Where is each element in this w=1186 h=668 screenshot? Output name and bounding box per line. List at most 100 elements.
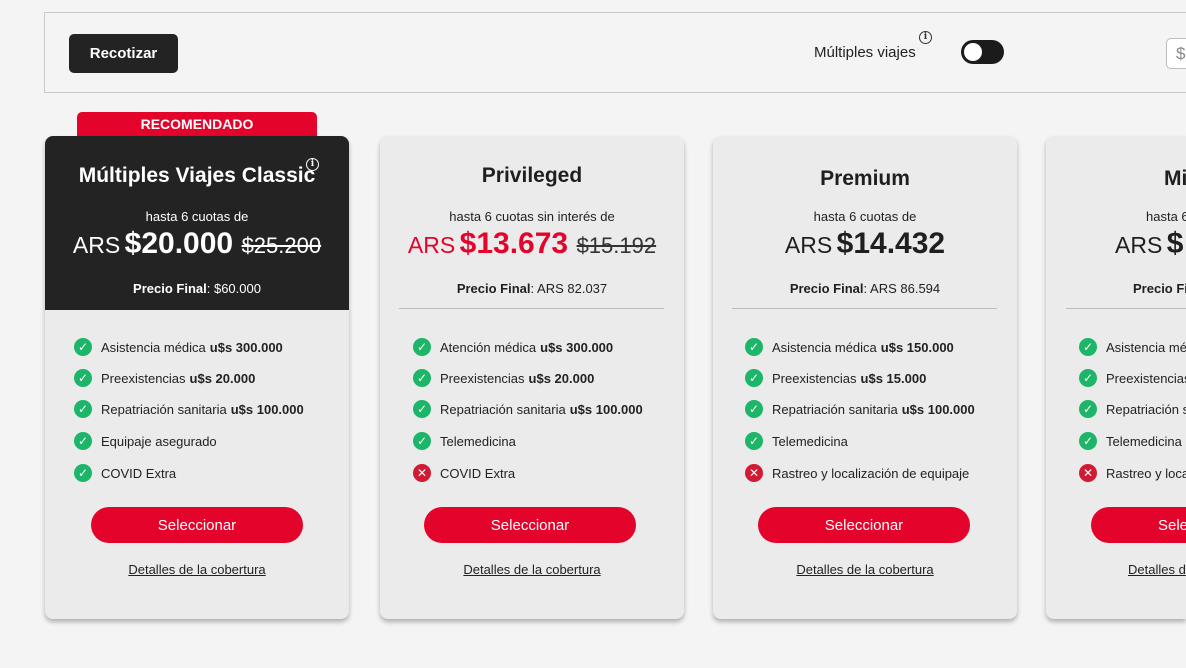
select-button[interactable]: Seleccionar xyxy=(91,507,303,543)
price: ARS $20.000 $25.200 xyxy=(45,227,349,261)
feature-text: Preexistencias xyxy=(772,370,857,386)
final-price-value: : ARS 82.037 xyxy=(530,281,608,296)
check-icon: ✓ xyxy=(413,400,431,418)
feature-text: Preexistencias xyxy=(1106,370,1186,386)
coverage-details-link[interactable]: Detalles de la cobertura xyxy=(380,562,684,577)
feature-value: u$s 300.000 xyxy=(209,339,283,355)
feature-value: u$s 100.000 xyxy=(230,401,304,417)
feature-text: Repatriación sanitaria xyxy=(101,401,227,417)
feature-text: Rastreo y loca xyxy=(1106,465,1186,481)
feature-item: ✓ Equipaje asegurado xyxy=(74,430,217,452)
multiples-viajes-label: Múltiples viajes xyxy=(814,44,916,61)
feature-text: Asistencia mé xyxy=(1106,339,1186,355)
feature-item: ✓ Telemedicina xyxy=(413,430,516,452)
price: ARS $14.432 xyxy=(713,227,1017,261)
feature-text: Repatriación sanitaria xyxy=(772,401,898,417)
check-icon: ✓ xyxy=(74,464,92,482)
plan-title: Mi xyxy=(1164,167,1186,190)
price-currency: ARS xyxy=(784,232,833,258)
plan-title: Privileged xyxy=(481,164,583,187)
coverage-details-link[interactable]: Detalles de la cobertura xyxy=(45,562,349,577)
feature-value: u$s 15.000 xyxy=(860,370,927,386)
plan-card-privileged: Privileged hasta 6 cuotas sin interés de… xyxy=(380,136,684,619)
check-icon: ✓ xyxy=(74,400,92,418)
old-price: $25.200 xyxy=(241,233,322,258)
feature-text: Repatriación s xyxy=(1106,401,1186,417)
feature-item: ✓ Preexistencias u$s 20.000 xyxy=(413,367,594,389)
check-icon: ✓ xyxy=(1079,432,1097,450)
cross-icon: ✕ xyxy=(413,464,431,482)
final-price-label: Precio Final xyxy=(456,281,531,296)
price-amount: $20.000 xyxy=(124,227,234,260)
feature-item: ✓ Repatriación s xyxy=(1079,398,1186,420)
feature-item: ✓ Telemedicina xyxy=(1079,430,1182,452)
feature-value: u$s 100.000 xyxy=(901,401,975,417)
divider xyxy=(732,308,997,309)
feature-item: ✓ Repatriación sanitaria u$s 100.000 xyxy=(413,398,643,420)
price-currency: ARS xyxy=(1115,232,1163,258)
installments-text: hasta 6 xyxy=(1146,209,1186,224)
feature-text: Asistencia médica xyxy=(101,339,206,355)
divider xyxy=(1066,308,1186,309)
price: ARS $13.673 $15.192 xyxy=(380,227,684,261)
feature-item: ✕ Rastreo y loca xyxy=(1079,462,1186,484)
select-button[interactable]: Seleccionar xyxy=(424,507,636,543)
feature-value: u$s 150.000 xyxy=(880,339,954,355)
final-price-label: Precio Final xyxy=(789,281,864,296)
plan-card-header: Múltiples Viajes Classic i hasta 6 cuota… xyxy=(45,136,349,310)
check-icon: ✓ xyxy=(413,432,431,450)
plan-title: Múltiples Viajes Classic xyxy=(78,164,316,187)
info-icon[interactable]: i xyxy=(919,31,932,44)
plan-card-header: Privileged hasta 6 cuotas sin interés de… xyxy=(380,136,684,310)
feature-value: u$s 20.000 xyxy=(189,370,256,386)
check-icon: ✓ xyxy=(745,369,763,387)
plan-card-classic: Múltiples Viajes Classic i hasta 6 cuota… xyxy=(45,136,349,619)
feature-text: Asistencia médica xyxy=(772,339,877,355)
price-currency: ARS xyxy=(407,232,456,258)
toggle-knob xyxy=(964,43,982,61)
final-price-value: : $60.000 xyxy=(206,281,261,296)
recotizar-button[interactable]: Recotizar xyxy=(69,34,178,73)
coverage-details-link[interactable]: Detalles de la cobertura xyxy=(713,562,1017,577)
price-amount: $14.432 xyxy=(836,227,946,260)
feature-item: ✓ Asistencia mé xyxy=(1079,336,1186,358)
final-price: Precio Final: ARS 82.037 xyxy=(380,281,684,296)
currency-symbol: $ xyxy=(1176,43,1186,63)
check-icon: ✓ xyxy=(413,338,431,356)
check-icon: ✓ xyxy=(745,432,763,450)
currency-selector[interactable]: $ xyxy=(1166,38,1186,69)
feature-text: Telemedicina xyxy=(1106,433,1182,449)
plan-card-partial: Mi hasta 6 ARS $ Precio Fi ✓ Asistencia … xyxy=(1046,136,1186,619)
feature-text: Preexistencias xyxy=(101,370,186,386)
check-icon: ✓ xyxy=(74,369,92,387)
installments-text: hasta 6 cuotas de xyxy=(145,209,249,224)
feature-text: Equipaje asegurado xyxy=(101,433,217,449)
info-icon[interactable]: i xyxy=(306,158,319,171)
feature-text: Rastreo y localización de equipaje xyxy=(772,465,970,481)
feature-item: ✓ Repatriación sanitaria u$s 100.000 xyxy=(74,398,304,420)
feature-text: Repatriación sanitaria xyxy=(440,401,566,417)
price-amount: $ xyxy=(1166,227,1184,260)
installments-text: hasta 6 cuotas de xyxy=(813,209,917,224)
final-price: Precio Final: $60.000 xyxy=(45,281,349,296)
coverage-details-link[interactable]: Detalles d xyxy=(1128,562,1186,577)
multiples-viajes-toggle[interactable] xyxy=(961,40,1004,64)
feature-item: ✕ Rastreo y localización de equipaje xyxy=(745,462,969,484)
feature-item: ✓ Preexistencias xyxy=(1079,367,1186,389)
cross-icon: ✕ xyxy=(1079,464,1097,482)
feature-item: ✓ Asistencia médica u$s 300.000 xyxy=(74,336,283,358)
price: ARS $ xyxy=(1115,227,1183,261)
check-icon: ✓ xyxy=(413,369,431,387)
select-button[interactable]: Sele xyxy=(1091,507,1186,543)
select-button[interactable]: Seleccionar xyxy=(758,507,970,543)
check-icon: ✓ xyxy=(745,400,763,418)
feature-item: ✓ Preexistencias u$s 20.000 xyxy=(74,367,255,389)
feature-item: ✓ Atención médica u$s 300.000 xyxy=(413,336,613,358)
plan-card-header: Mi hasta 6 ARS $ Precio Fi xyxy=(1046,136,1186,310)
check-icon: ✓ xyxy=(74,432,92,450)
feature-item: ✓ Telemedicina xyxy=(745,430,848,452)
top-bar: Recotizar Múltiples viajes i $ xyxy=(44,12,1186,93)
feature-text: Atención médica xyxy=(440,339,537,355)
feature-item: ✕ COVID Extra xyxy=(413,462,515,484)
feature-text: COVID Extra xyxy=(440,465,516,481)
